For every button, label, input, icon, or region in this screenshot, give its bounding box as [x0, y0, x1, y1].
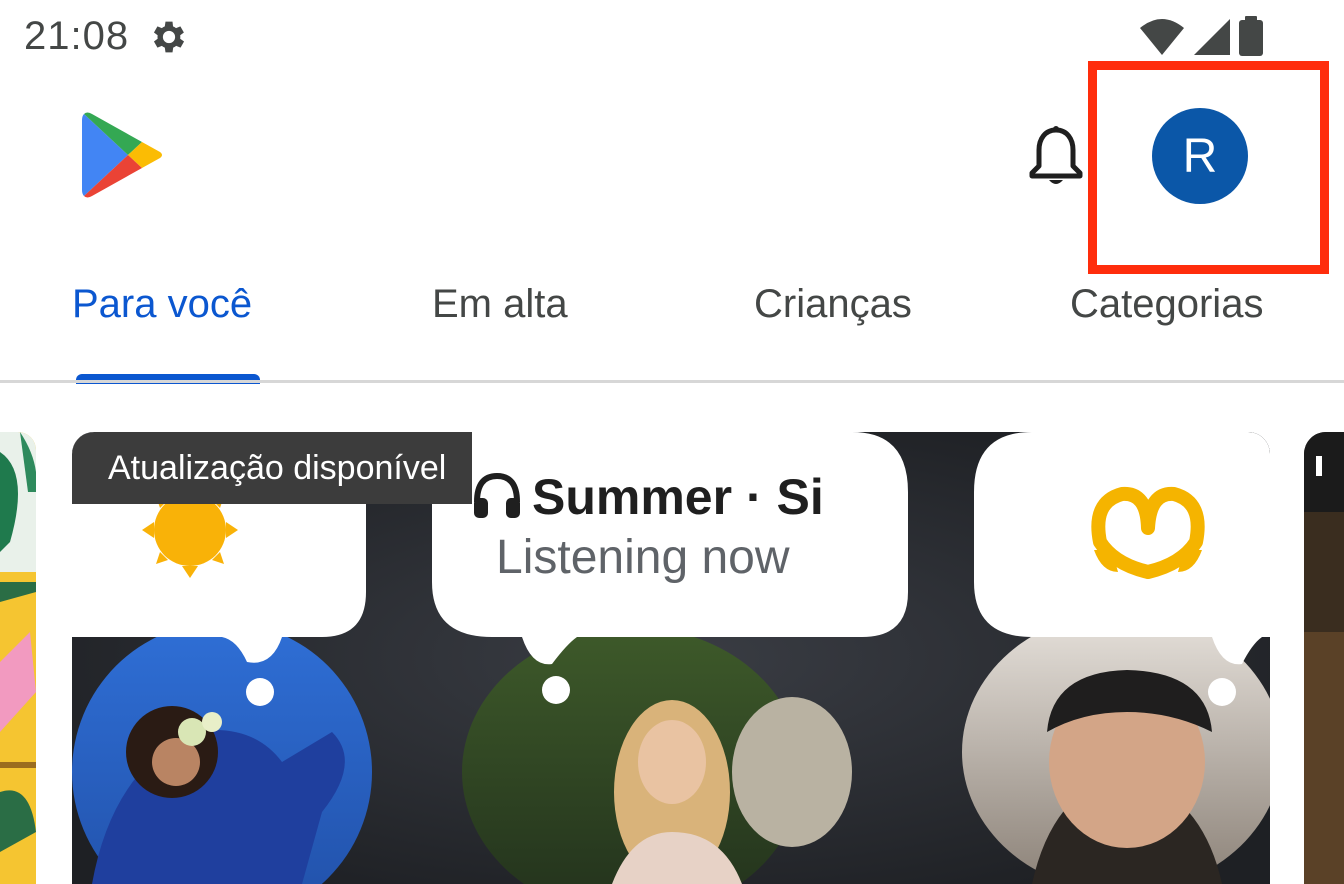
- settings-gear-icon: [153, 21, 185, 53]
- tab-em-alta[interactable]: Em alta: [432, 282, 568, 327]
- now-playing-title: Summer · Si: [532, 469, 824, 525]
- now-playing-subtitle: Listening now: [496, 531, 790, 584]
- tab-criancas[interactable]: Crianças: [754, 282, 912, 327]
- card-previous-artwork: [0, 432, 36, 884]
- tab-bar: Para você Em alta Crianças Categorias: [0, 270, 1344, 384]
- account-avatar[interactable]: R: [1152, 108, 1248, 204]
- google-play-logo: [82, 112, 162, 198]
- tab-categorias[interactable]: Categorias: [1070, 282, 1263, 327]
- tab-para-voce[interactable]: Para você: [72, 282, 252, 327]
- tabs-divider: [0, 380, 1344, 383]
- status-icons: [1138, 16, 1264, 56]
- card-next-artwork: [1304, 432, 1344, 884]
- update-available-badge: Atualização disponível: [72, 432, 473, 504]
- cellular-signal-icon: [1194, 19, 1230, 55]
- notifications-bell-icon[interactable]: [1028, 126, 1084, 188]
- battery-icon: [1239, 16, 1263, 56]
- carousel-card-previous[interactable]: [0, 432, 36, 884]
- avatar-initial: R: [1182, 129, 1218, 183]
- status-time: 21:08: [24, 14, 130, 58]
- wifi-icon: [1140, 19, 1184, 55]
- carousel-card-next[interactable]: [1304, 432, 1344, 884]
